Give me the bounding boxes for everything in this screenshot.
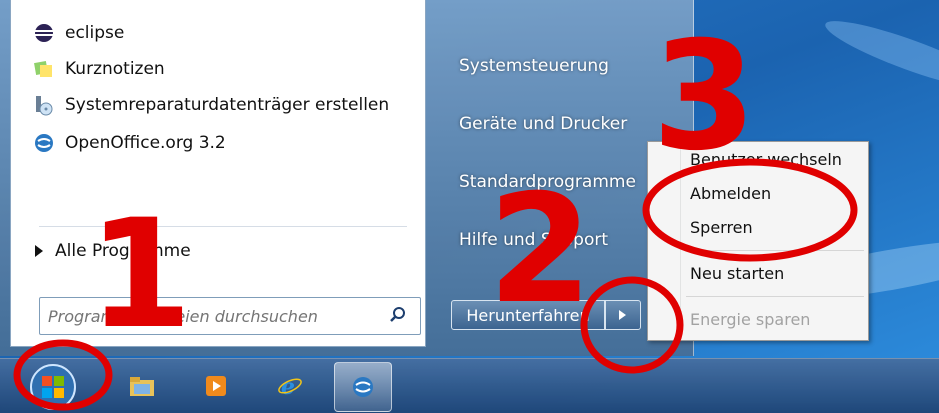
explorer-icon: [130, 377, 154, 396]
wallpaper-streak: [820, 10, 939, 100]
programs-pane: eclipse Kurznotizen Systemreparaturdaten…: [10, 0, 426, 347]
annotation-number-3: 3: [652, 10, 757, 184]
program-item-systemreparatur[interactable]: Systemreparaturdatenträger erstellen: [33, 92, 389, 118]
sticky-notes-icon: [33, 58, 55, 80]
program-label: OpenOffice.org 3.2: [65, 133, 226, 153]
menu-item-systemsteuerung[interactable]: Systemsteuerung: [459, 56, 609, 76]
program-item-openoffice[interactable]: OpenOffice.org 3.2: [33, 130, 226, 156]
taskbar-explorer-button[interactable]: [114, 362, 170, 410]
svg-text:e: e: [281, 374, 295, 399]
start-orb-icon[interactable]: [26, 363, 80, 411]
submenu-divider: [686, 296, 864, 297]
internet-explorer-icon: e: [278, 374, 302, 399]
submenu-divider: [686, 250, 864, 251]
submenu-item-sperren[interactable]: Sperren: [690, 218, 753, 237]
program-item-eclipse[interactable]: eclipse: [33, 20, 124, 46]
program-label: Kurznotizen: [65, 59, 165, 79]
shutdown-options-arrow-button[interactable]: [605, 300, 641, 330]
openoffice-icon: [353, 377, 373, 397]
taskbar-internet-explorer-button[interactable]: e: [262, 362, 318, 410]
submenu-item-neu-starten[interactable]: Neu starten: [690, 264, 784, 283]
taskbar-openoffice-button[interactable]: [334, 362, 392, 412]
program-label: Systemreparaturdatenträger erstellen: [65, 95, 390, 115]
program-item-kurznotizen[interactable]: Kurznotizen: [33, 56, 165, 82]
search-icon[interactable]: [390, 306, 406, 322]
eclipse-icon: [33, 22, 55, 44]
annotation-number-1: 1: [88, 188, 193, 362]
media-player-icon: [206, 376, 226, 396]
repair-disc-icon: [33, 94, 55, 116]
taskbar: e: [0, 358, 939, 413]
triangle-right-icon: [35, 245, 43, 257]
openoffice-icon: [33, 132, 55, 154]
submenu-item-abmelden[interactable]: Abmelden: [690, 184, 771, 203]
program-label: eclipse: [65, 23, 125, 43]
menu-item-geraete-drucker[interactable]: Geräte und Drucker: [459, 114, 627, 134]
annotation-number-2: 2: [488, 163, 593, 337]
submenu-item-energie-sparen: Energie sparen: [690, 310, 811, 329]
taskbar-media-player-button[interactable]: [188, 362, 244, 410]
